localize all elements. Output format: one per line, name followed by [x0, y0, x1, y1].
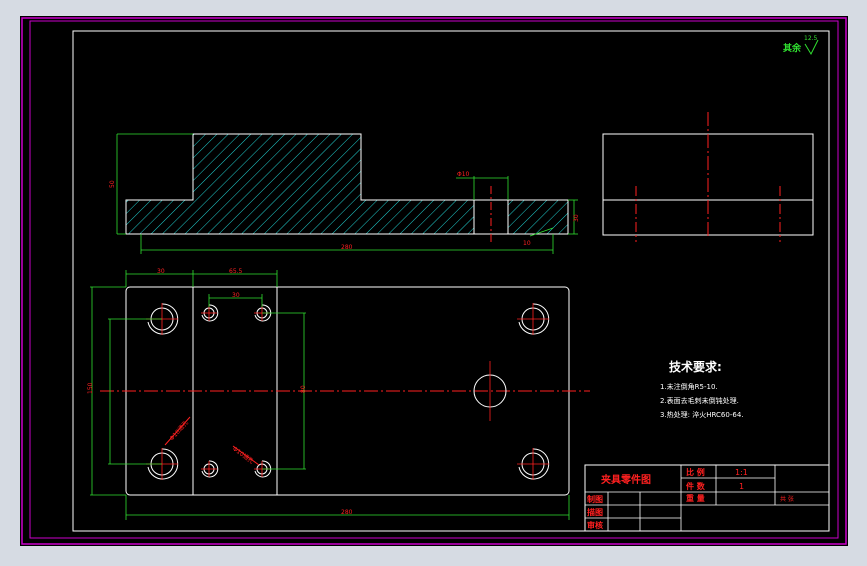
sheet-background: [20, 16, 848, 546]
dim-top-mid: 65.5: [229, 268, 243, 275]
weight-label: 重 量: [686, 493, 705, 503]
roughness-value: 12.5: [804, 35, 818, 42]
part-name: 夹具零件图: [601, 473, 651, 486]
row-draft-label: 制图: [587, 494, 603, 504]
dim-front-length: 280: [341, 244, 353, 251]
sheet-label: 共 张: [780, 495, 794, 503]
row-review-label: 审核: [587, 520, 603, 530]
qty-value: 1: [739, 482, 744, 491]
dim-left-overall: 150: [87, 382, 94, 394]
dim-bottom-overall: 280: [341, 509, 353, 516]
dim-center-height: 80: [300, 385, 307, 393]
qty-label: 件 数: [686, 481, 706, 491]
dim-front-thickness: 30: [573, 214, 580, 222]
row-trace-label: 描图: [587, 507, 603, 517]
dim-front-small: 10: [523, 240, 531, 247]
tech-req-title: 技术要求:: [669, 359, 722, 374]
dim-front-height: 50: [109, 180, 116, 188]
tech-req-item-1: 1.未注倒角R5-10.: [660, 382, 718, 391]
scale-value: 1:1: [735, 468, 748, 477]
dim-top-inner: 30: [232, 292, 240, 299]
dim-hole-diameter: Φ10: [457, 171, 470, 178]
tech-req-item-2: 2.表面去毛刺未倒钝处理.: [660, 396, 739, 405]
cad-viewport[interactable]: 其余 12.5 50 280 Φ10 30 10 30 65.5 30 150 …: [0, 0, 867, 562]
dim-top-left: 30: [157, 268, 165, 275]
tech-req-item-3: 3.热处理: 淬火HRC60-64.: [660, 410, 744, 419]
front-section-right-block: [507, 199, 569, 235]
roughness-prefix: 其余: [783, 42, 802, 54]
scale-label: 比 例: [686, 467, 705, 477]
drawing-canvas: 其余 12.5 50 280 Φ10 30 10 30 65.5 30 150 …: [20, 16, 848, 546]
